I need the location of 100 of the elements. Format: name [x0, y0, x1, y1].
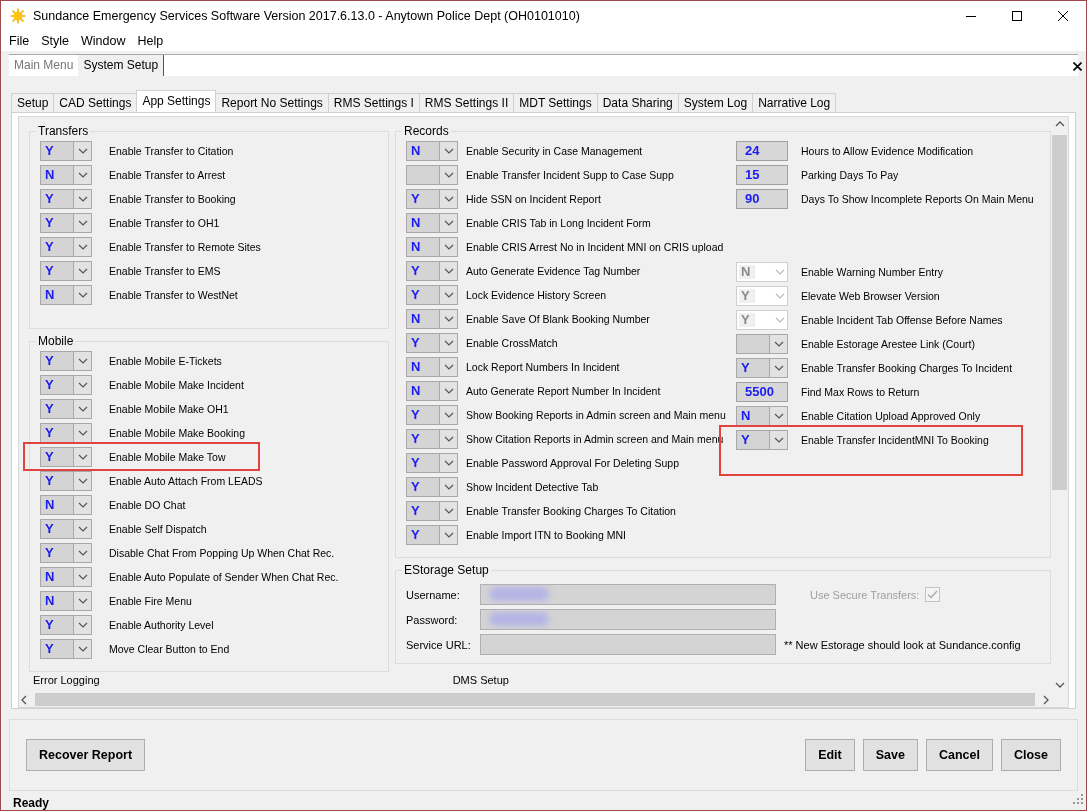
dropdown[interactable]: Y: [406, 261, 458, 281]
scrollbar-thumb[interactable]: [1052, 135, 1067, 490]
menu-item[interactable]: File: [3, 34, 36, 48]
scrollbar-thumb[interactable]: [35, 693, 1035, 706]
dropdown[interactable]: Y: [40, 543, 92, 563]
chevron-down-icon: [774, 269, 785, 275]
dropdown[interactable]: Y: [40, 141, 92, 161]
field-label: Username:: [406, 588, 461, 601]
setting-label: Move Clear Button to End: [109, 643, 230, 655]
dropdown[interactable]: Y: [40, 639, 92, 659]
document-tab[interactable]: System Setup: [78, 55, 165, 76]
menu-item[interactable]: Style: [35, 34, 75, 48]
setting-label: Enable Transfer IncidentMNI To Booking: [801, 434, 989, 446]
dropdown[interactable]: Y: [736, 430, 788, 450]
dropdown[interactable]: Y: [406, 285, 458, 305]
setting-label: Enable Warning Number Entry: [801, 266, 943, 278]
tab[interactable]: Report No Settings: [215, 93, 329, 112]
chevron-down-icon: [443, 220, 454, 226]
number-field[interactable]: 15: [736, 165, 788, 185]
number-field[interactable]: 24: [736, 141, 788, 161]
dropdown[interactable]: Y: [40, 189, 92, 209]
number-field[interactable]: 5500: [736, 382, 788, 402]
setting-label: Enable Password Approval For Deleting Supp: [466, 457, 680, 469]
dropdown[interactable]: N: [40, 285, 92, 305]
tab[interactable]: RMS Settings II: [418, 93, 515, 112]
chevron-down-icon: [77, 358, 88, 364]
tab[interactable]: Narrative Log: [752, 93, 837, 112]
setting-label: Auto Generate Evidence Tag Number: [466, 265, 641, 277]
dropdown[interactable]: Y: [406, 405, 458, 425]
dropdown[interactable]: Y: [40, 261, 92, 281]
dropdown[interactable]: Y: [40, 471, 92, 491]
dropdown[interactable]: N: [406, 357, 458, 377]
setting-label: Enable Transfer to OH1: [109, 217, 220, 229]
tab[interactable]: RMS Settings I: [327, 93, 420, 112]
input-field[interactable]: [480, 634, 776, 655]
setting-label: Enable Incident Tab Offense Before Names: [801, 314, 1003, 326]
action-button[interactable]: Edit: [805, 739, 855, 771]
dropdown[interactable]: N: [406, 213, 458, 233]
dropdown[interactable]: N: [406, 381, 458, 401]
setting-label: Enable Transfer Booking Charges To Citation: [466, 505, 676, 517]
dropdown[interactable]: Y: [40, 237, 92, 257]
dropdown[interactable]: N: [406, 309, 458, 329]
setting-label: Enable Authority Level: [109, 619, 214, 631]
maximize-icon[interactable]: [1012, 11, 1022, 21]
tab[interactable]: MDT Settings: [513, 93, 598, 112]
recover-button[interactable]: Recover Report: [26, 739, 146, 771]
action-button[interactable]: Cancel: [925, 739, 993, 771]
dropdown[interactable]: Y: [406, 189, 458, 209]
menu-item[interactable]: Help: [131, 34, 170, 48]
dropdown[interactable]: Y: [40, 351, 92, 371]
chevron-down-icon: [77, 382, 88, 388]
dropdown[interactable]: Y: [406, 453, 458, 473]
dropdown[interactable]: N: [736, 406, 788, 426]
setting-label: Show Incident Detective Tab: [466, 481, 599, 493]
dropdown[interactable]: Y: [40, 519, 92, 539]
dropdown[interactable]: Y: [40, 447, 92, 467]
dropdown[interactable]: N: [406, 141, 458, 161]
dropdown[interactable]: N: [40, 165, 92, 185]
dropdown[interactable]: Y: [40, 399, 92, 419]
dropdown[interactable]: Y: [40, 375, 92, 395]
menu-item[interactable]: Window: [74, 34, 132, 48]
close-icon[interactable]: [1058, 11, 1068, 21]
tab[interactable]: Data Sharing: [596, 93, 679, 112]
dropdown[interactable]: Y: [406, 429, 458, 449]
dropdown[interactable]: [736, 334, 788, 354]
document-tab[interactable]: Main Menu: [9, 55, 79, 76]
action-button[interactable]: Close: [1000, 739, 1061, 771]
number-field[interactable]: 90: [736, 189, 788, 209]
group-title: EStorage Setup: [402, 563, 491, 577]
group-title: Error Logging: [32, 674, 100, 686]
dropdown[interactable]: N: [40, 495, 92, 515]
chevron-down-icon: [77, 148, 88, 154]
dropdown[interactable]: Y: [40, 213, 92, 233]
sun-icon: [10, 8, 26, 24]
dropdown[interactable]: Y: [406, 333, 458, 353]
dropdown[interactable]: N: [40, 591, 92, 611]
action-button[interactable]: Save: [862, 739, 918, 771]
input-field[interactable]: [480, 584, 776, 605]
setting-label: Enable Mobile Make Incident: [109, 379, 244, 391]
tab[interactable]: System Log: [677, 93, 754, 112]
chevron-down-icon: [443, 196, 454, 202]
resize-grip-icon[interactable]: [1073, 794, 1083, 804]
dropdown[interactable]: N: [40, 567, 92, 587]
dropdown[interactable]: Y: [40, 615, 92, 635]
dropdown[interactable]: Y: [406, 525, 458, 545]
setting-label: Enable Self Dispatch: [109, 523, 207, 535]
dropdown[interactable]: Y: [406, 477, 458, 497]
setting-label: Disable Chat From Popping Up When Chat Rec.: [109, 547, 335, 559]
dropdown[interactable]: Y: [736, 358, 788, 378]
dropdown[interactable]: Y: [40, 423, 92, 443]
input-field[interactable]: [480, 609, 776, 630]
close-icon[interactable]: [1073, 62, 1082, 71]
tab[interactable]: App Settings: [136, 90, 217, 112]
chevron-down-icon: [774, 317, 785, 323]
dropdown[interactable]: Y: [406, 501, 458, 521]
dropdown[interactable]: [406, 165, 458, 185]
tab[interactable]: CAD Settings: [53, 93, 138, 112]
minimize-icon[interactable]: [966, 15, 976, 17]
dropdown[interactable]: N: [406, 237, 458, 257]
tab[interactable]: Setup: [11, 93, 55, 112]
